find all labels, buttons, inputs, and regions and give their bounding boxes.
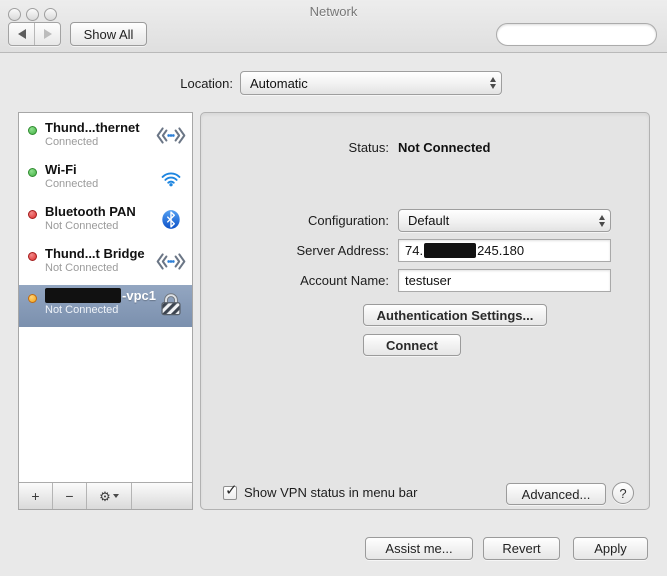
authentication-settings-button[interactable]: Authentication Settings... <box>363 304 547 326</box>
sidebar-footer: + − ⚙ <box>19 482 192 509</box>
forward-arrow-icon <box>44 29 52 39</box>
status-dot-red <box>28 252 37 261</box>
popup-stepper-icon <box>593 215 610 227</box>
sidebar-item-text: Thund...thernetConnected <box>45 120 156 148</box>
interface-name-text: Thund...thernet <box>45 120 140 135</box>
add-interface-button[interactable]: + <box>19 483 53 509</box>
sidebar-footer-filler <box>132 483 192 509</box>
sidebar-item-thunderbolt-bridge[interactable]: Thund...t BridgeNot Connected <box>19 243 192 285</box>
interface-name: Thund...thernet <box>45 120 156 135</box>
redaction-box <box>424 243 476 258</box>
server-address-suffix: 245.180 <box>477 243 524 258</box>
vpn-detail-panel: Status: Not Connected Configuration: Def… <box>200 112 650 510</box>
action-menu-button[interactable]: ⚙ <box>87 483 132 509</box>
sidebar-item-wifi[interactable]: Wi-FiConnected <box>19 159 192 201</box>
show-all-button[interactable]: Show All <box>70 22 147 46</box>
back-arrow-icon <box>18 29 26 39</box>
apply-button[interactable]: Apply <box>573 537 648 560</box>
gear-icon: ⚙ <box>99 490 111 503</box>
chevron-down-icon <box>113 494 119 498</box>
search-field[interactable] <box>496 23 657 46</box>
lock-icon <box>156 291 186 321</box>
interface-name-text: -vpc1 <box>122 288 156 303</box>
status-dot-red <box>28 210 37 219</box>
sidebar-item-bluetooth-pan[interactable]: Bluetooth PANNot Connected <box>19 201 192 243</box>
account-name-field[interactable]: testuser <box>398 269 611 292</box>
status-dot-green <box>28 126 37 135</box>
interface-status: Not Connected <box>45 304 156 316</box>
interface-name: Thund...t Bridge <box>45 246 156 261</box>
sidebar-item-vpn-vpc1[interactable]: -vpc1Not Connected <box>19 285 192 327</box>
bluetooth-icon <box>156 210 186 235</box>
interface-status: Not Connected <box>45 262 156 274</box>
sidebar-item-text: Bluetooth PANNot Connected <box>45 204 156 232</box>
connect-button[interactable]: Connect <box>363 334 461 356</box>
sidebar-item-text: Wi-FiConnected <box>45 162 156 190</box>
server-address-field[interactable]: 74. 245.180 <box>398 239 611 262</box>
history-nav <box>8 22 61 46</box>
network-preferences-window: Network Show All Location: Automatic Thu… <box>0 0 667 576</box>
interface-name: -vpc1 <box>45 288 156 303</box>
redaction-box <box>45 288 121 303</box>
interface-name: Wi-Fi <box>45 162 156 177</box>
interface-name: Bluetooth PAN <box>45 204 156 219</box>
configuration-popup[interactable]: Default <box>398 209 611 232</box>
status-dot-green <box>28 168 37 177</box>
revert-button[interactable]: Revert <box>483 537 560 560</box>
popup-stepper-icon <box>484 77 501 89</box>
show-vpn-status-checkbox[interactable]: ✓ <box>223 486 237 500</box>
window-title: Network <box>0 4 667 19</box>
interface-name-text: Thund...t Bridge <box>45 246 145 261</box>
status-label: Status: <box>201 140 389 155</box>
ethernet-icon <box>156 127 186 149</box>
status-value: Not Connected <box>398 140 490 155</box>
sidebar-item-thunderbolt-ethernet[interactable]: Thund...thernetConnected <box>19 117 192 159</box>
assist-me-button[interactable]: Assist me... <box>365 537 473 560</box>
forward-button[interactable] <box>34 23 60 45</box>
server-address-prefix: 74. <box>405 243 423 258</box>
interface-status: Connected <box>45 178 156 190</box>
interface-sidebar: Thund...thernetConnectedWi-FiConnectedBl… <box>18 112 193 510</box>
configuration-popup-value: Default <box>408 213 593 228</box>
interface-name-text: Bluetooth PAN <box>45 204 136 219</box>
account-name-value: testuser <box>405 273 451 288</box>
status-dot-orange <box>28 294 37 303</box>
location-label: Location: <box>60 76 233 91</box>
back-button[interactable] <box>9 23 34 45</box>
location-popup-value: Automatic <box>250 76 484 91</box>
help-button[interactable]: ? <box>612 482 634 504</box>
sidebar-item-text: -vpc1Not Connected <box>45 288 156 316</box>
checkmark-icon: ✓ <box>225 481 238 499</box>
server-address-label: Server Address: <box>201 243 389 258</box>
interface-status: Not Connected <box>45 220 156 232</box>
interface-status: Connected <box>45 136 156 148</box>
show-vpn-status-label: Show VPN status in menu bar <box>244 485 417 500</box>
configuration-label: Configuration: <box>201 213 389 228</box>
toolbar: Network Show All <box>0 0 667 53</box>
vpn-status-checkbox-row: ✓ Show VPN status in menu bar <box>223 485 417 500</box>
sidebar-item-text: Thund...t BridgeNot Connected <box>45 246 156 274</box>
advanced-button[interactable]: Advanced... <box>506 483 606 505</box>
ethernet-icon <box>156 253 186 275</box>
location-popup[interactable]: Automatic <box>240 71 502 95</box>
interface-name-text: Wi-Fi <box>45 162 77 177</box>
remove-interface-button[interactable]: − <box>53 483 87 509</box>
search-input[interactable] <box>507 26 666 44</box>
account-name-label: Account Name: <box>201 273 389 288</box>
wifi-icon <box>156 168 186 192</box>
sidebar-list: Thund...thernetConnectedWi-FiConnectedBl… <box>19 113 192 482</box>
